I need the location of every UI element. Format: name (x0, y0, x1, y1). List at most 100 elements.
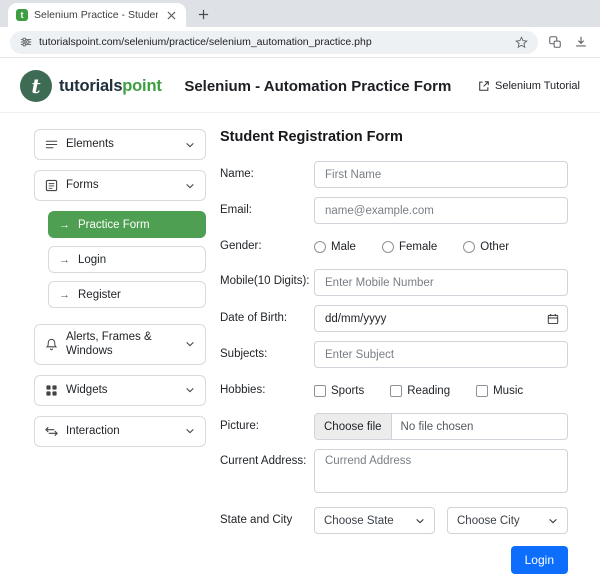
selenium-tutorial-label: Selenium Tutorial (495, 80, 580, 92)
chevron-down-icon (548, 516, 558, 526)
dob-row: Date of Birth: (220, 305, 568, 332)
logo-icon: t (20, 70, 52, 102)
gender-female-label: Female (398, 240, 438, 253)
sidebar-item-login[interactable]: → Login (48, 246, 206, 273)
checkbox-icon[interactable] (390, 384, 403, 397)
chevron-down-icon (185, 339, 195, 349)
sidebar: Elements Forms → Practice Form → Login →… (34, 129, 206, 574)
main-content: Elements Forms → Practice Form → Login →… (0, 113, 600, 574)
url-omnibox[interactable]: tutorialspoint.com/selenium/practice/sel… (10, 30, 538, 54)
hobbies-label: Hobbies: (220, 383, 266, 396)
current-address-textarea[interactable] (314, 449, 568, 493)
name-label: Name: (220, 167, 254, 180)
extensions-icon[interactable] (548, 35, 562, 49)
radio-icon[interactable] (314, 240, 326, 253)
state-select-value: Choose State (324, 514, 394, 527)
submit-row: Login (220, 546, 568, 574)
picture-label: Picture: (220, 419, 259, 432)
page-title: Selenium - Automation Practice Form (184, 77, 452, 95)
gender-male-option[interactable]: Male (314, 240, 356, 253)
gender-other-label: Other (480, 240, 510, 253)
chevron-down-icon (185, 385, 195, 395)
logo-text-tutorials: tutorials (59, 76, 123, 95)
hobby-sports-option[interactable]: Sports (314, 384, 365, 397)
browser-tab-strip: t Selenium Practice - Student (0, 0, 600, 27)
browser-tab[interactable]: t Selenium Practice - Student (8, 3, 186, 27)
address-label: Current Address: (220, 455, 307, 467)
sidebar-item-practice-form[interactable]: → Practice Form (48, 211, 206, 238)
checkbox-icon[interactable] (314, 384, 326, 397)
sidebar-item-alerts-frames-windows[interactable]: Alerts, Frames & Windows (34, 324, 206, 365)
list-icon (45, 138, 58, 151)
radio-icon[interactable] (381, 240, 394, 253)
sidebar-item-widgets[interactable]: Widgets (34, 374, 206, 406)
downloads-icon[interactable] (574, 35, 588, 49)
arrow-right-icon: → (59, 253, 70, 266)
sidebar-subitem-label: Register (78, 288, 121, 301)
gender-label: Gender: (220, 239, 262, 252)
city-select[interactable]: Choose City (447, 507, 568, 534)
new-tab-button[interactable] (192, 3, 214, 25)
chevron-down-icon (185, 426, 195, 436)
login-button[interactable]: Login (510, 546, 568, 574)
sidebar-item-label: Forms (66, 179, 99, 192)
sidebar-item-label: Elements (66, 138, 114, 151)
state-city-row: State and City Choose State Choose City (220, 507, 568, 534)
gender-female-option[interactable]: Female (381, 240, 438, 253)
gender-male-label: Male (331, 240, 356, 253)
state-select[interactable]: Choose State (314, 507, 435, 534)
hobbies-row: Hobbies: Sports Reading Music (220, 377, 568, 404)
radio-icon[interactable] (463, 240, 476, 253)
tab-title: Selenium Practice - Student (34, 9, 158, 21)
external-link-icon (478, 80, 490, 92)
hobby-sports-label: Sports (331, 384, 365, 397)
name-row: Name: (220, 161, 568, 188)
date-of-birth-input[interactable] (314, 305, 568, 332)
hobby-reading-option[interactable]: Reading (390, 384, 451, 397)
selenium-tutorial-link[interactable]: Selenium Tutorial (478, 80, 580, 92)
mobile-input[interactable] (314, 269, 568, 296)
chevron-down-icon (185, 140, 195, 150)
tab-close-icon[interactable] (164, 8, 178, 22)
sidebar-item-label: Widgets (66, 384, 108, 397)
first-name-input[interactable] (314, 161, 568, 188)
hobby-music-option[interactable]: Music (476, 384, 524, 397)
dob-label: Date of Birth: (220, 311, 288, 324)
logo-text-point: point (122, 76, 162, 95)
city-select-value: Choose City (457, 514, 520, 527)
sidebar-item-register[interactable]: → Register (48, 281, 206, 308)
checkbox-icon[interactable] (476, 384, 489, 397)
sidebar-item-forms[interactable]: Forms (34, 170, 206, 201)
swap-arrows-icon (45, 425, 58, 438)
sidebar-item-label: Interaction (66, 425, 120, 438)
gender-other-option[interactable]: Other (463, 240, 510, 253)
sidebar-item-interaction[interactable]: Interaction (34, 415, 206, 447)
site-info-icon[interactable] (20, 36, 32, 48)
tutorialspoint-logo[interactable]: t tutorialspoint (20, 70, 162, 102)
sidebar-item-label: Alerts, Frames & Windows (66, 331, 152, 358)
email-row: Email: (220, 197, 568, 224)
form-title: Student Registration Form (220, 129, 403, 145)
file-chosen-status: No file chosen (400, 420, 474, 433)
sidebar-subitem-label: Practice Form (78, 218, 150, 231)
calendar-icon[interactable] (547, 312, 559, 330)
registration-form: Student Registration Form Name: Email: G… (220, 129, 568, 574)
browser-actions (548, 35, 590, 49)
picture-file-input[interactable]: Choose file No file chosen (314, 413, 568, 440)
arrow-right-icon: → (59, 218, 70, 231)
sidebar-item-elements[interactable]: Elements (34, 129, 206, 160)
sidebar-subitem-label: Login (78, 253, 107, 266)
hobby-reading-label: Reading (407, 384, 451, 397)
browser-address-bar: tutorialspoint.com/selenium/practice/sel… (0, 27, 600, 58)
chevron-down-icon (415, 516, 425, 526)
form-icon (45, 179, 58, 192)
url-text[interactable]: tutorialspoint.com/selenium/practice/sel… (39, 36, 508, 48)
choose-file-button[interactable]: Choose file (315, 414, 392, 439)
subjects-input[interactable] (314, 341, 568, 368)
email-input[interactable] (314, 197, 568, 224)
subjects-row: Subjects: (220, 341, 568, 368)
mobile-row: Mobile(10 Digits): (220, 269, 568, 296)
bookmark-star-icon[interactable] (515, 35, 528, 49)
tab-favicon-icon: t (16, 9, 28, 21)
hobby-music-label: Music (493, 384, 524, 397)
